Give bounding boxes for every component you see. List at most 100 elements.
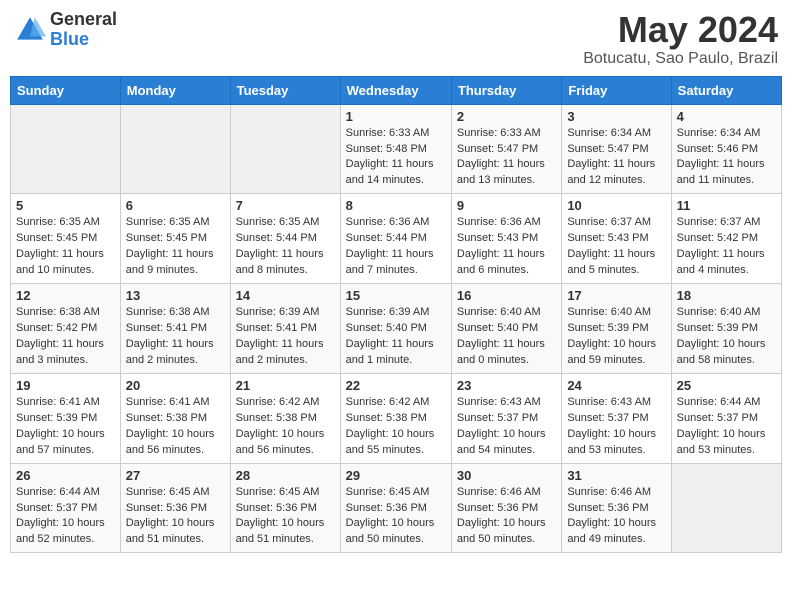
- header-cell-thursday: Thursday: [451, 76, 561, 104]
- day-info: Sunrise: 6:37 AMSunset: 5:43 PMDaylight:…: [567, 216, 655, 276]
- day-info: Sunrise: 6:39 AMSunset: 5:41 PMDaylight:…: [236, 306, 324, 366]
- day-cell: [230, 104, 340, 194]
- day-info: Sunrise: 6:45 AMSunset: 5:36 PMDaylight:…: [126, 486, 215, 546]
- day-number: 2: [457, 109, 556, 124]
- day-number: 13: [126, 288, 225, 303]
- day-info: Sunrise: 6:33 AMSunset: 5:47 PMDaylight:…: [457, 127, 545, 187]
- day-cell: 7 Sunrise: 6:35 AMSunset: 5:44 PMDaylight…: [230, 194, 340, 284]
- day-number: 15: [346, 288, 446, 303]
- day-number: 19: [16, 378, 115, 393]
- day-info: Sunrise: 6:40 AMSunset: 5:39 PMDaylight:…: [567, 306, 656, 366]
- day-info: Sunrise: 6:40 AMSunset: 5:39 PMDaylight:…: [677, 306, 766, 366]
- day-number: 14: [236, 288, 335, 303]
- day-info: Sunrise: 6:42 AMSunset: 5:38 PMDaylight:…: [236, 396, 325, 456]
- day-cell: [671, 463, 781, 553]
- title-block: May 2024 Botucatu, Sao Paulo, Brazil: [583, 10, 778, 68]
- day-cell: 6Sunrise: 6:35 AMSunset: 5:45 PMDaylight…: [120, 194, 230, 284]
- day-info: Sunrise: 6:34 AMSunset: 5:47 PMDaylight:…: [567, 127, 655, 187]
- day-number: 8: [346, 198, 446, 213]
- day-info: Sunrise: 6:44 AMSunset: 5:37 PMDaylight:…: [16, 486, 105, 546]
- day-cell: 27 Sunrise: 6:45 AMSunset: 5:36 PMDayligh…: [120, 463, 230, 553]
- header-row: SundayMondayTuesdayWednesdayThursdayFrid…: [11, 76, 782, 104]
- day-number: 7: [236, 198, 335, 213]
- day-number: 24: [567, 378, 665, 393]
- day-info: Sunrise: 6:46 AMSunset: 5:36 PMDaylight:…: [457, 486, 546, 546]
- day-cell: 19 Sunrise: 6:41 AMSunset: 5:39 PMDayligh…: [11, 373, 121, 463]
- week-row-1: 5 Sunrise: 6:35 AMSunset: 5:45 PMDaylight…: [11, 194, 782, 284]
- day-cell: 3 Sunrise: 6:34 AMSunset: 5:47 PMDaylight…: [562, 104, 671, 194]
- day-number: 3: [567, 109, 665, 124]
- day-cell: 8Sunrise: 6:36 AMSunset: 5:44 PMDaylight…: [340, 194, 451, 284]
- day-cell: 13 Sunrise: 6:38 AMSunset: 5:41 PMDayligh…: [120, 284, 230, 374]
- day-cell: 16 Sunrise: 6:40 AMSunset: 5:40 PMDayligh…: [451, 284, 561, 374]
- day-cell: 28 Sunrise: 6:45 AMSunset: 5:36 PMDayligh…: [230, 463, 340, 553]
- logo-blue-text: Blue: [50, 30, 117, 50]
- week-row-3: 19 Sunrise: 6:41 AMSunset: 5:39 PMDayligh…: [11, 373, 782, 463]
- day-cell: 21 Sunrise: 6:42 AMSunset: 5:38 PMDayligh…: [230, 373, 340, 463]
- day-cell: 11Sunrise: 6:37 AMSunset: 5:42 PMDayligh…: [671, 194, 781, 284]
- day-cell: [11, 104, 121, 194]
- day-info: Sunrise: 6:35 AMSunset: 5:45 PMDaylight:…: [16, 216, 104, 276]
- logo-icon: [14, 14, 46, 46]
- day-cell: 10 Sunrise: 6:37 AMSunset: 5:43 PMDayligh…: [562, 194, 671, 284]
- day-number: 18: [677, 288, 776, 303]
- day-number: 1: [346, 109, 446, 124]
- day-number: 17: [567, 288, 665, 303]
- day-info: Sunrise: 6:38 AMSunset: 5:41 PMDaylight:…: [126, 306, 214, 366]
- day-cell: 26Sunrise: 6:44 AMSunset: 5:37 PMDayligh…: [11, 463, 121, 553]
- day-number: 28: [236, 468, 335, 483]
- day-info: Sunrise: 6:38 AMSunset: 5:42 PMDaylight:…: [16, 306, 104, 366]
- page-header: General Blue May 2024 Botucatu, Sao Paul…: [10, 10, 782, 68]
- header-cell-monday: Monday: [120, 76, 230, 104]
- day-info: Sunrise: 6:35 AMSunset: 5:44 PMDaylight:…: [236, 216, 324, 276]
- day-number: 22: [346, 378, 446, 393]
- day-cell: 23 Sunrise: 6:43 AMSunset: 5:37 PMDayligh…: [451, 373, 561, 463]
- day-cell: [120, 104, 230, 194]
- day-number: 6: [126, 198, 225, 213]
- day-info: Sunrise: 6:43 AMSunset: 5:37 PMDaylight:…: [457, 396, 546, 456]
- day-info: Sunrise: 6:40 AMSunset: 5:40 PMDaylight:…: [457, 306, 545, 366]
- day-info: Sunrise: 6:42 AMSunset: 5:38 PMDaylight:…: [346, 396, 435, 456]
- day-cell: 12Sunrise: 6:38 AMSunset: 5:42 PMDayligh…: [11, 284, 121, 374]
- day-info: Sunrise: 6:44 AMSunset: 5:37 PMDaylight:…: [677, 396, 766, 456]
- logo-general-text: General: [50, 10, 117, 30]
- day-number: 30: [457, 468, 556, 483]
- day-cell: 24 Sunrise: 6:43 AMSunset: 5:37 PMDayligh…: [562, 373, 671, 463]
- week-row-4: 26Sunrise: 6:44 AMSunset: 5:37 PMDayligh…: [11, 463, 782, 553]
- day-number: 9: [457, 198, 556, 213]
- day-info: Sunrise: 6:41 AMSunset: 5:39 PMDaylight:…: [16, 396, 105, 456]
- day-info: Sunrise: 6:41 AMSunset: 5:38 PMDaylight:…: [126, 396, 215, 456]
- day-number: 21: [236, 378, 335, 393]
- day-info: Sunrise: 6:37 AMSunset: 5:42 PMDaylight:…: [677, 216, 765, 276]
- day-info: Sunrise: 6:43 AMSunset: 5:37 PMDaylight:…: [567, 396, 656, 456]
- day-number: 10: [567, 198, 665, 213]
- day-cell: 30 Sunrise: 6:46 AMSunset: 5:36 PMDayligh…: [451, 463, 561, 553]
- day-cell: 22 Sunrise: 6:42 AMSunset: 5:38 PMDayligh…: [340, 373, 451, 463]
- day-number: 16: [457, 288, 556, 303]
- day-number: 29: [346, 468, 446, 483]
- day-cell: 25 Sunrise: 6:44 AMSunset: 5:37 PMDayligh…: [671, 373, 781, 463]
- day-number: 20: [126, 378, 225, 393]
- day-info: Sunrise: 6:34 AMSunset: 5:46 PMDaylight:…: [677, 127, 765, 187]
- day-cell: 18 Sunrise: 6:40 AMSunset: 5:39 PMDayligh…: [671, 284, 781, 374]
- day-number: 27: [126, 468, 225, 483]
- day-info: Sunrise: 6:46 AMSunset: 5:36 PMDaylight:…: [567, 486, 656, 546]
- calendar-table: SundayMondayTuesdayWednesdayThursdayFrid…: [10, 76, 782, 554]
- day-number: 5: [16, 198, 115, 213]
- day-cell: 31 Sunrise: 6:46 AMSunset: 5:36 PMDayligh…: [562, 463, 671, 553]
- header-cell-wednesday: Wednesday: [340, 76, 451, 104]
- day-cell: 9 Sunrise: 6:36 AMSunset: 5:43 PMDaylight…: [451, 194, 561, 284]
- day-number: 4: [677, 109, 776, 124]
- day-number: 25: [677, 378, 776, 393]
- day-number: 31: [567, 468, 665, 483]
- day-info: Sunrise: 6:39 AMSunset: 5:40 PMDaylight:…: [346, 306, 434, 366]
- day-cell: 2 Sunrise: 6:33 AMSunset: 5:47 PMDaylight…: [451, 104, 561, 194]
- week-row-0: 1 Sunrise: 6:33 AMSunset: 5:48 PMDaylight…: [11, 104, 782, 194]
- day-cell: 4 Sunrise: 6:34 AMSunset: 5:46 PMDaylight…: [671, 104, 781, 194]
- day-cell: 17 Sunrise: 6:40 AMSunset: 5:39 PMDayligh…: [562, 284, 671, 374]
- day-number: 23: [457, 378, 556, 393]
- day-info: Sunrise: 6:33 AMSunset: 5:48 PMDaylight:…: [346, 127, 434, 187]
- day-info: Sunrise: 6:45 AMSunset: 5:36 PMDaylight:…: [236, 486, 325, 546]
- day-info: Sunrise: 6:36 AMSunset: 5:43 PMDaylight:…: [457, 216, 545, 276]
- day-cell: 14 Sunrise: 6:39 AMSunset: 5:41 PMDayligh…: [230, 284, 340, 374]
